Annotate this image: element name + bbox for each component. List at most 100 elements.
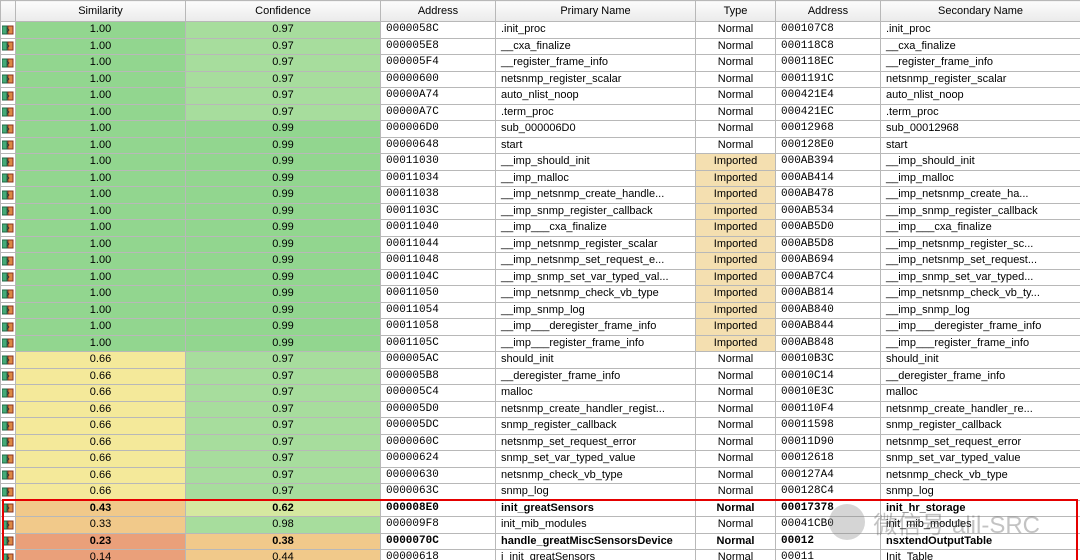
table-row[interactable]: 1.000.9900011048__imp_netsnmp_set_reques… [1,253,1080,270]
table-row[interactable]: 0.660.9700000624snmp_set_var_typed_value… [1,451,1080,468]
header-address1[interactable]: Address [381,1,496,22]
table-row[interactable]: 1.000.970000058C.init_procNormal000107C8… [1,22,1080,39]
table-row[interactable]: 0.660.97000005DCsnmp_register_callbackNo… [1,418,1080,435]
cell-primary-name: __imp_netsnmp_check_vb_type [496,286,696,303]
header-address2[interactable]: Address [776,1,881,22]
cell-primary-name: __imp___cxa_finalize [496,220,696,237]
table-row[interactable]: 1.000.9900011034__imp_mallocImported000A… [1,170,1080,187]
cell-address1: 000005F4 [381,55,496,72]
table-row[interactable]: 0.660.97000005B8__deregister_frame_infoN… [1,368,1080,385]
cell-address2: 000AB534 [776,203,881,220]
header-primary-name[interactable]: Primary Name [496,1,696,22]
cell-primary-name: snmp_register_callback [496,418,696,435]
table-row[interactable]: 1.000.990001104C__imp_snmp_set_var_typed… [1,269,1080,286]
table-row[interactable]: 1.000.9900011054__imp_snmp_logImported00… [1,302,1080,319]
cell-secondary-name: __imp_snmp_log [881,302,1080,319]
cell-primary-name: __imp_should_init [496,154,696,171]
table-row[interactable]: 1.000.9900000648startNormal000128E0start [1,137,1080,154]
cell-address1: 0001105C [381,335,496,352]
table-row[interactable]: 0.660.97000005D0netsnmp_create_handler_r… [1,401,1080,418]
cell-address2: 000AB694 [776,253,881,270]
cell-confidence: 0.62 [186,500,381,517]
table-row[interactable]: 1.000.9900011050__imp_netsnmp_check_vb_t… [1,286,1080,303]
cell-secondary-name: __imp_snmp_set_var_typed... [881,269,1080,286]
cell-address1: 000008E0 [381,500,496,517]
row-icon [1,71,16,88]
row-icon [1,401,16,418]
diff-table[interactable]: Similarity Confidence Address Primary Na… [0,0,1080,560]
cell-address1: 00011038 [381,187,496,204]
cell-secondary-name: start [881,137,1080,154]
header-similarity[interactable]: Similarity [16,1,186,22]
cell-primary-name: j_init_greatSensors [496,550,696,560]
table-row[interactable]: 1.000.97000005F4__register_frame_infoNor… [1,55,1080,72]
cell-similarity: 1.00 [16,88,186,105]
table-row[interactable]: 0.660.97000005C4mallocNormal00010E3Cmall… [1,385,1080,402]
row-icon [1,121,16,138]
cell-address2: 00010E3C [776,385,881,402]
cell-confidence: 0.99 [186,121,381,138]
header-confidence[interactable]: Confidence [186,1,381,22]
table-row[interactable]: 1.000.9700000600netsnmp_register_scalarN… [1,71,1080,88]
cell-secondary-name: init_hr_storage [881,500,1080,517]
cell-address2: 000128C4 [776,484,881,501]
cell-primary-name: snmp_set_var_typed_value [496,451,696,468]
table-row[interactable]: 1.000.9700000A74auto_nlist_noopNormal000… [1,88,1080,105]
table-row[interactable]: 1.000.9700000A7C.term_procNormal000421EC… [1,104,1080,121]
table-row[interactable]: 1.000.9900011058__imp___deregister_frame… [1,319,1080,336]
cell-type: Imported [696,220,776,237]
table-row[interactable]: 1.000.97000005E8__cxa_finalizeNormal0001… [1,38,1080,55]
table-row[interactable]: 0.660.970000063Csnmp_logNormal000128C4sn… [1,484,1080,501]
table-row[interactable]: 1.000.9900011038__imp_netsnmp_create_han… [1,187,1080,204]
cell-address1: 0000058C [381,22,496,39]
table-row[interactable]: 0.140.4400000618j_init_greatSensorsNorma… [1,550,1080,560]
cell-address2: 000AB840 [776,302,881,319]
cell-address1: 00000648 [381,137,496,154]
row-icon [1,533,16,550]
table-row[interactable]: 0.330.98000009F8init_mib_modulesNormal00… [1,517,1080,534]
cell-confidence: 0.97 [186,467,381,484]
cell-type: Imported [696,187,776,204]
table-row[interactable]: 1.000.99000006D0sub_000006D0Normal000129… [1,121,1080,138]
cell-similarity: 0.66 [16,484,186,501]
cell-confidence: 0.97 [186,368,381,385]
table-row[interactable]: 1.000.9900011044__imp_netsnmp_register_s… [1,236,1080,253]
cell-address1: 00011050 [381,286,496,303]
row-icon [1,385,16,402]
row-icon [1,286,16,303]
row-icon [1,137,16,154]
cell-type: Normal [696,500,776,517]
cell-address2: 000118C8 [776,38,881,55]
cell-similarity: 0.66 [16,467,186,484]
cell-confidence: 0.99 [186,302,381,319]
row-icon [1,467,16,484]
table-row[interactable]: 0.230.380000070Chandle_greatMiscSensorsD… [1,533,1080,550]
cell-type: Normal [696,550,776,560]
table-row[interactable]: 0.430.62000008E0init_greatSensorsNormal0… [1,500,1080,517]
table-row[interactable]: 1.000.9900011040__imp___cxa_finalizeImpo… [1,220,1080,237]
cell-confidence: 0.99 [186,203,381,220]
cell-type: Imported [696,286,776,303]
row-icon [1,335,16,352]
cell-primary-name: __imp___deregister_frame_info [496,319,696,336]
table-row[interactable]: 0.660.970000060Cnetsnmp_set_request_erro… [1,434,1080,451]
cell-address1: 0000060C [381,434,496,451]
cell-type: Normal [696,517,776,534]
cell-secondary-name: should_init [881,352,1080,369]
header-secondary-name[interactable]: Secondary Name [881,1,1080,22]
header-type[interactable]: Type [696,1,776,22]
cell-primary-name: sub_000006D0 [496,121,696,138]
table-row[interactable]: 0.660.9700000630netsnmp_check_vb_typeNor… [1,467,1080,484]
cell-address2: 00010C14 [776,368,881,385]
cell-type: Imported [696,302,776,319]
table-row[interactable]: 1.000.990001105C__imp___register_frame_i… [1,335,1080,352]
cell-confidence: 0.99 [186,170,381,187]
cell-secondary-name: Init_Table [881,550,1080,560]
cell-type: Imported [696,154,776,171]
table-row[interactable]: 1.000.990001103C__imp_snmp_register_call… [1,203,1080,220]
cell-confidence: 0.44 [186,550,381,560]
table-row[interactable]: 0.660.97000005ACshould_initNormal00010B3… [1,352,1080,369]
cell-similarity: 1.00 [16,187,186,204]
table-row[interactable]: 1.000.9900011030__imp_should_initImporte… [1,154,1080,171]
table-header[interactable]: Similarity Confidence Address Primary Na… [1,1,1080,22]
